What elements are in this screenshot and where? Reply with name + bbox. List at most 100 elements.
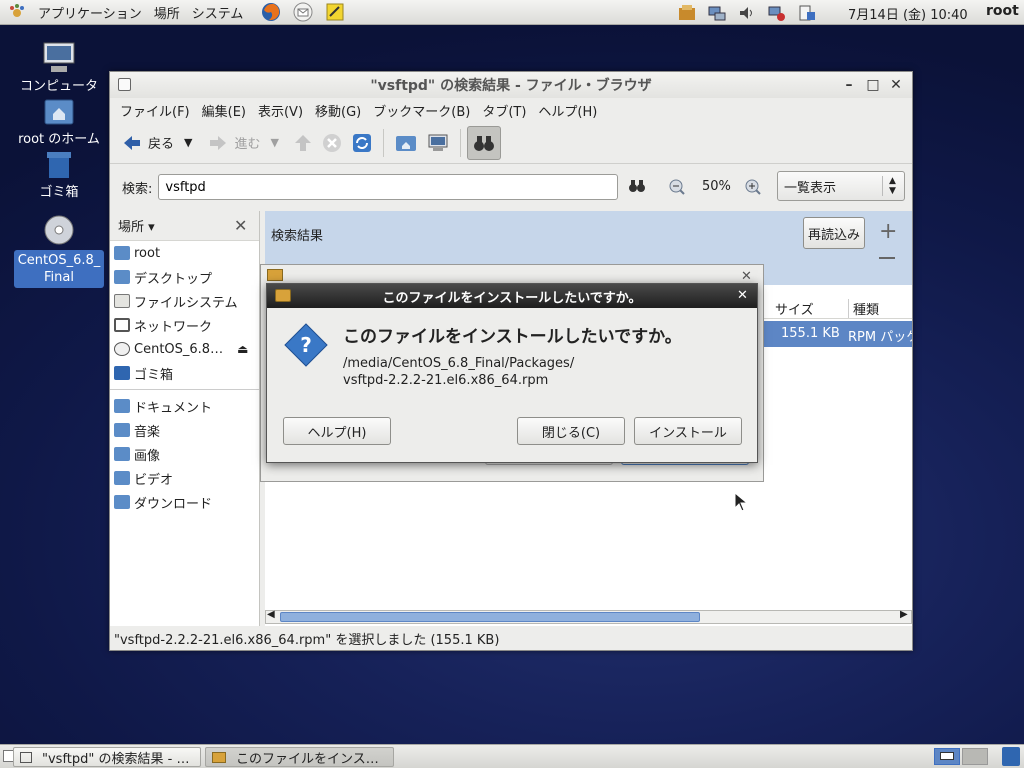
package-path: /media/CentOS_6.8_Final/Packages/	[343, 356, 575, 371]
window-titlebar[interactable]: "vsftpd" の検索結果 - ファイル・ブラウザ – □ ✕	[110, 72, 912, 98]
sidebar-item-root[interactable]: root	[110, 241, 259, 265]
toolbar-separator	[382, 128, 384, 157]
clipboard-icon[interactable]	[795, 3, 819, 23]
dialog-titlebar[interactable]: このファイルをインストールしたいですか。 ✕	[267, 284, 757, 308]
close-button[interactable]: 閉じる(C)	[517, 417, 625, 445]
sidebar-item-downloads[interactable]: ダウンロード	[110, 490, 259, 514]
binoculars-icon[interactable]	[628, 179, 646, 197]
workspace-1[interactable]	[934, 748, 960, 765]
top-panel: アプリケーション 場所 システム 7月14日 (金) 10:40 root	[0, 0, 1024, 25]
desktop-icon-home[interactable]: root のホーム	[13, 93, 105, 148]
scroll-right-icon[interactable]: ▶	[900, 609, 908, 620]
install-dialog: このファイルをインストールしたいですか。 ✕ ? このファイルをインストールした…	[266, 283, 758, 463]
zoom-out-icon[interactable]	[668, 178, 686, 200]
up-button[interactable]	[289, 126, 317, 160]
clock[interactable]: 7月14日 (金) 10:40	[848, 4, 968, 23]
desktop-icon-computer[interactable]: コンピュータ	[13, 40, 105, 95]
trash-applet-icon[interactable]	[1002, 747, 1020, 766]
dialog-title: このファイルをインストールしたいですか。	[382, 290, 642, 306]
package-icon	[212, 751, 226, 763]
sidebar-item-pictures[interactable]: 画像	[110, 442, 259, 466]
sidebar-item-trash[interactable]: ゴミ箱	[110, 361, 259, 385]
menu-file[interactable]: ファイル(F)	[114, 101, 196, 120]
bottom-panel: "vsftpd" の検索結果 - … このファイルをインス…	[0, 744, 1024, 768]
desktop-icon-trash[interactable]: ゴミ箱	[13, 146, 105, 201]
sidebar-item-videos[interactable]: ビデオ	[110, 466, 259, 490]
menu-go[interactable]: 移動(G)	[309, 101, 367, 120]
sidebar-mode-select[interactable]: 場所 ▾	[118, 216, 155, 235]
sidebar-item-desktop[interactable]: デスクトップ	[110, 265, 259, 289]
volume-icon[interactable]	[735, 3, 759, 23]
drive-icon	[114, 294, 130, 308]
reload-button[interactable]	[347, 126, 377, 160]
menu-places[interactable]: 場所	[148, 0, 186, 25]
zoom-in-icon[interactable]	[744, 178, 762, 200]
network-alert-icon[interactable]	[765, 3, 789, 23]
search-toggle-button[interactable]	[466, 125, 501, 160]
search-results-title: 検索結果	[271, 229, 324, 244]
search-input[interactable]	[158, 174, 619, 200]
sidebar-item-documents[interactable]: ドキュメント	[110, 394, 259, 418]
sidebar-item-cd[interactable]: CentOS_6.8… ⏏	[110, 337, 259, 361]
sidebar-item-music[interactable]: 音楽	[110, 418, 259, 442]
sidebar-item-filesystem[interactable]: ファイルシステム	[110, 289, 259, 313]
install-button[interactable]: インストール	[634, 417, 742, 445]
menu-help[interactable]: ヘルプ(H)	[532, 101, 603, 120]
mouse-cursor-icon	[734, 491, 749, 516]
menu-system[interactable]: システム	[186, 0, 250, 25]
add-criteria-icon[interactable]: +	[879, 219, 897, 244]
remove-criteria-icon[interactable]	[879, 257, 895, 259]
minimize-icon[interactable]: –	[840, 76, 858, 94]
task-file-browser[interactable]: "vsftpd" の検索結果 - …	[13, 747, 201, 767]
eject-icon[interactable]: ⏏	[237, 342, 248, 356]
menu-edit[interactable]: 編集(E)	[196, 101, 252, 120]
home-folder-icon	[395, 135, 416, 151]
horizontal-scrollbar[interactable]: ◀ ▶	[265, 609, 912, 624]
back-button[interactable]: 戻る ▼	[118, 126, 196, 160]
close-icon[interactable]: ✕	[737, 288, 748, 303]
menu-bookmarks[interactable]: ブックマーク(B)	[367, 101, 476, 120]
forward-button[interactable]: 進む ▼	[204, 126, 282, 160]
folder-icon	[114, 495, 130, 509]
chevron-down-icon[interactable]: ▼	[184, 136, 192, 149]
view-mode-select[interactable]: 一覧表示 ▲ ▼	[777, 171, 905, 201]
chevron-down-icon[interactable]: ▼	[271, 136, 279, 149]
binoculars-icon	[473, 135, 494, 151]
home-button[interactable]	[390, 126, 422, 160]
scrollbar-thumb[interactable]	[280, 612, 700, 622]
sidebar-item-network[interactable]: ネットワーク	[110, 313, 259, 337]
network-icon[interactable]	[705, 3, 729, 23]
menu-view[interactable]: 表示(V)	[252, 101, 309, 120]
mail-icon[interactable]	[291, 1, 315, 23]
column-header-type[interactable]: 種類	[848, 299, 912, 318]
gnome-foot-icon[interactable]	[6, 1, 28, 23]
desktop-icon-cd[interactable]: CentOS_6.8_ Final	[13, 212, 105, 288]
folder-icon	[114, 399, 130, 413]
workspace-2[interactable]	[962, 748, 988, 765]
computer-button[interactable]	[422, 126, 454, 160]
folder-icon	[114, 447, 130, 461]
view-mode-value: 一覧表示	[784, 180, 837, 196]
firefox-icon[interactable]	[259, 1, 283, 23]
user-name[interactable]: root	[986, 3, 1019, 19]
stop-button[interactable]	[317, 126, 347, 160]
package-icon	[267, 269, 283, 281]
menu-tabs[interactable]: タブ(T)	[476, 101, 532, 120]
window-menu-icon[interactable]	[118, 78, 131, 91]
folder-icon	[114, 471, 130, 485]
close-icon[interactable]: ✕	[887, 76, 905, 94]
reload-search-button[interactable]: 再読込み	[803, 217, 865, 249]
zoom-level[interactable]: 50%	[702, 179, 731, 194]
maximize-icon[interactable]: □	[864, 76, 882, 94]
close-icon[interactable]: ✕	[741, 269, 752, 284]
scroll-left-icon[interactable]: ◀	[267, 609, 275, 620]
update-icon[interactable]	[675, 3, 699, 23]
file-type: RPM パッケ	[848, 330, 912, 345]
close-sidebar-icon[interactable]: ✕	[234, 216, 247, 235]
menu-applications[interactable]: アプリケーション	[32, 0, 148, 25]
task-install-dialog[interactable]: このファイルをインス…	[205, 747, 394, 767]
help-button[interactable]: ヘルプ(H)	[283, 417, 391, 445]
notes-icon[interactable]	[323, 1, 347, 23]
column-header-size[interactable]: サイズ	[775, 299, 814, 318]
desktop-folder-icon	[114, 270, 130, 284]
